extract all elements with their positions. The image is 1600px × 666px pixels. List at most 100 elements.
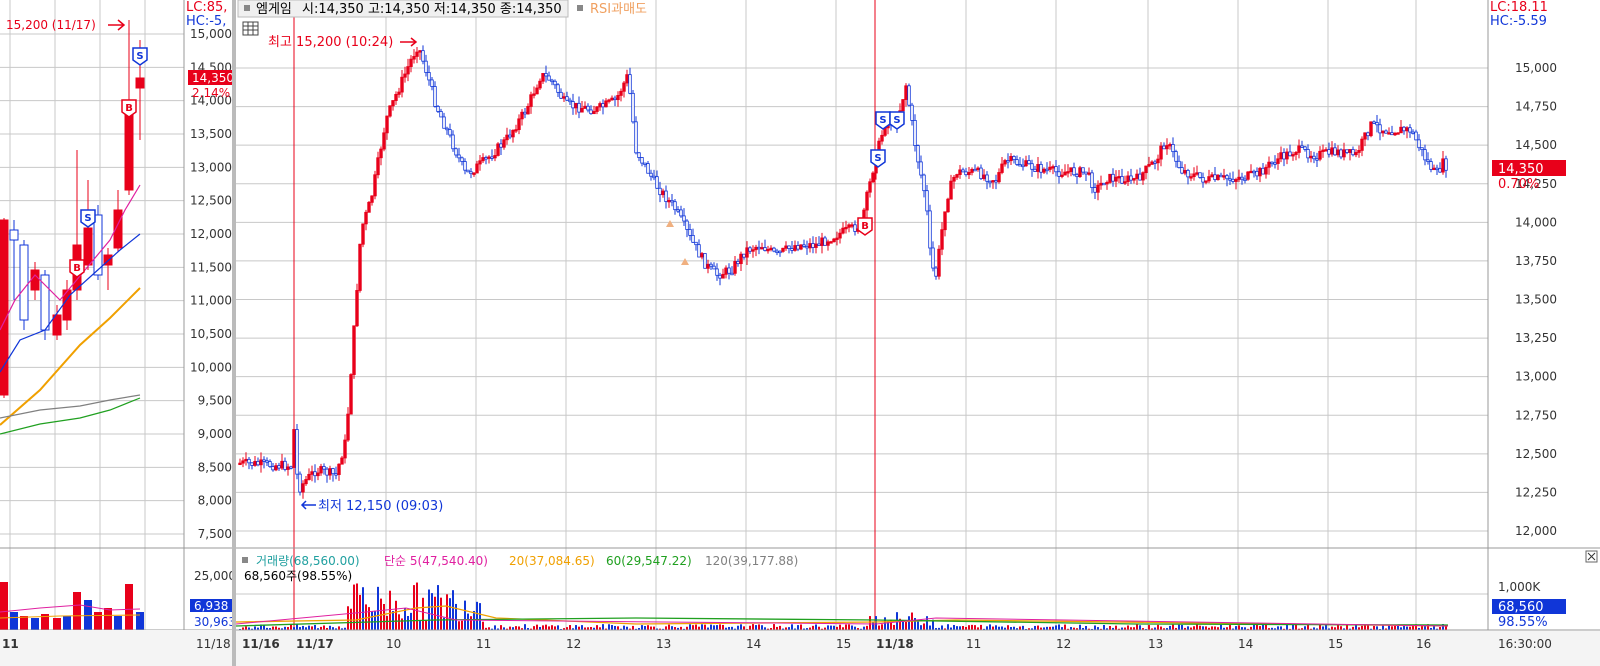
- candle[interactable]: [1234, 179, 1238, 182]
- candle[interactable]: [1006, 160, 1010, 163]
- candle[interactable]: [697, 244, 701, 258]
- candle[interactable]: [1084, 171, 1088, 175]
- candle[interactable]: [238, 462, 242, 466]
- candle[interactable]: [1288, 151, 1292, 157]
- candle[interactable]: [586, 105, 590, 111]
- candle[interactable]: [1174, 151, 1178, 162]
- candle[interactable]: [1108, 173, 1112, 183]
- daily-candle[interactable]: [9, 229, 19, 241]
- candle[interactable]: [466, 169, 470, 173]
- candle[interactable]: [1030, 163, 1034, 170]
- candle[interactable]: [841, 227, 845, 234]
- candle[interactable]: [805, 245, 809, 249]
- candle[interactable]: [511, 129, 515, 138]
- candle[interactable]: [1054, 166, 1058, 173]
- candle[interactable]: [478, 160, 482, 165]
- candle[interactable]: [1279, 152, 1283, 160]
- candle[interactable]: [1426, 159, 1430, 162]
- candle[interactable]: [733, 261, 737, 274]
- candle[interactable]: [1045, 168, 1049, 172]
- candle[interactable]: [436, 106, 440, 112]
- candle[interactable]: [1339, 149, 1343, 158]
- candle[interactable]: [349, 374, 353, 415]
- candle[interactable]: [1153, 161, 1157, 164]
- candle[interactable]: [736, 261, 740, 265]
- candle[interactable]: [1198, 172, 1202, 178]
- candle[interactable]: [1204, 180, 1208, 183]
- candle[interactable]: [508, 134, 512, 138]
- candle[interactable]: [361, 223, 365, 245]
- candle[interactable]: [334, 473, 338, 476]
- candle[interactable]: [823, 237, 827, 246]
- candle[interactable]: [1249, 170, 1253, 174]
- candle[interactable]: [484, 157, 488, 160]
- candle[interactable]: [1372, 121, 1376, 124]
- candle[interactable]: [1240, 176, 1244, 180]
- candle[interactable]: [1168, 144, 1172, 147]
- candle[interactable]: [979, 167, 983, 180]
- candle[interactable]: [1057, 171, 1061, 177]
- candle[interactable]: [1393, 132, 1397, 136]
- candle[interactable]: [1063, 171, 1067, 176]
- candle[interactable]: [601, 103, 605, 108]
- candle[interactable]: [1171, 144, 1175, 153]
- daily-candle[interactable]: [93, 214, 103, 276]
- candle[interactable]: [907, 85, 911, 106]
- candle[interactable]: [1003, 160, 1007, 165]
- candle[interactable]: [541, 73, 545, 82]
- candle[interactable]: [1267, 161, 1271, 168]
- candle[interactable]: [580, 107, 584, 113]
- candle[interactable]: [1024, 160, 1028, 167]
- candle[interactable]: [928, 210, 932, 249]
- candle[interactable]: [988, 180, 992, 184]
- candle[interactable]: [730, 272, 734, 276]
- candle[interactable]: [319, 466, 323, 474]
- candle[interactable]: [1381, 130, 1385, 134]
- candle[interactable]: [1123, 181, 1127, 184]
- candle[interactable]: [664, 190, 668, 202]
- candle[interactable]: [724, 267, 728, 275]
- candle[interactable]: [634, 121, 638, 154]
- candle[interactable]: [406, 66, 410, 75]
- candle[interactable]: [262, 459, 266, 462]
- candle[interactable]: [1015, 159, 1019, 165]
- candle[interactable]: [268, 461, 272, 467]
- candle[interactable]: [1141, 172, 1145, 181]
- candle[interactable]: [376, 157, 380, 176]
- candle[interactable]: [1354, 152, 1358, 156]
- candle[interactable]: [1081, 167, 1085, 173]
- candle[interactable]: [448, 129, 452, 136]
- candle[interactable]: [1387, 132, 1391, 135]
- candle[interactable]: [1156, 158, 1160, 164]
- candle[interactable]: [1177, 160, 1181, 169]
- candle[interactable]: [286, 466, 290, 470]
- candle[interactable]: [916, 145, 920, 163]
- candle[interactable]: [1273, 162, 1277, 165]
- candle[interactable]: [709, 263, 713, 267]
- candle[interactable]: [1276, 158, 1280, 164]
- candle[interactable]: [937, 248, 941, 277]
- candle[interactable]: [1291, 154, 1295, 157]
- candle[interactable]: [1099, 182, 1103, 186]
- candle[interactable]: [997, 172, 1001, 183]
- candle[interactable]: [403, 73, 407, 78]
- candle[interactable]: [1336, 149, 1340, 156]
- candle[interactable]: [844, 226, 848, 230]
- candle[interactable]: [769, 247, 773, 251]
- candle[interactable]: [1210, 174, 1214, 178]
- candle[interactable]: [715, 268, 719, 276]
- candle[interactable]: [955, 174, 959, 178]
- candle[interactable]: [1390, 132, 1394, 136]
- candle[interactable]: [514, 129, 518, 132]
- candle[interactable]: [802, 244, 806, 247]
- candle[interactable]: [1270, 161, 1274, 165]
- candle[interactable]: [952, 176, 956, 182]
- candle[interactable]: [1195, 172, 1199, 175]
- candle[interactable]: [1282, 152, 1286, 160]
- candle[interactable]: [310, 471, 314, 475]
- candle[interactable]: [607, 99, 611, 102]
- candle[interactable]: [415, 51, 419, 57]
- candle[interactable]: [1306, 149, 1310, 159]
- candle[interactable]: [1255, 170, 1259, 177]
- candle[interactable]: [367, 201, 371, 213]
